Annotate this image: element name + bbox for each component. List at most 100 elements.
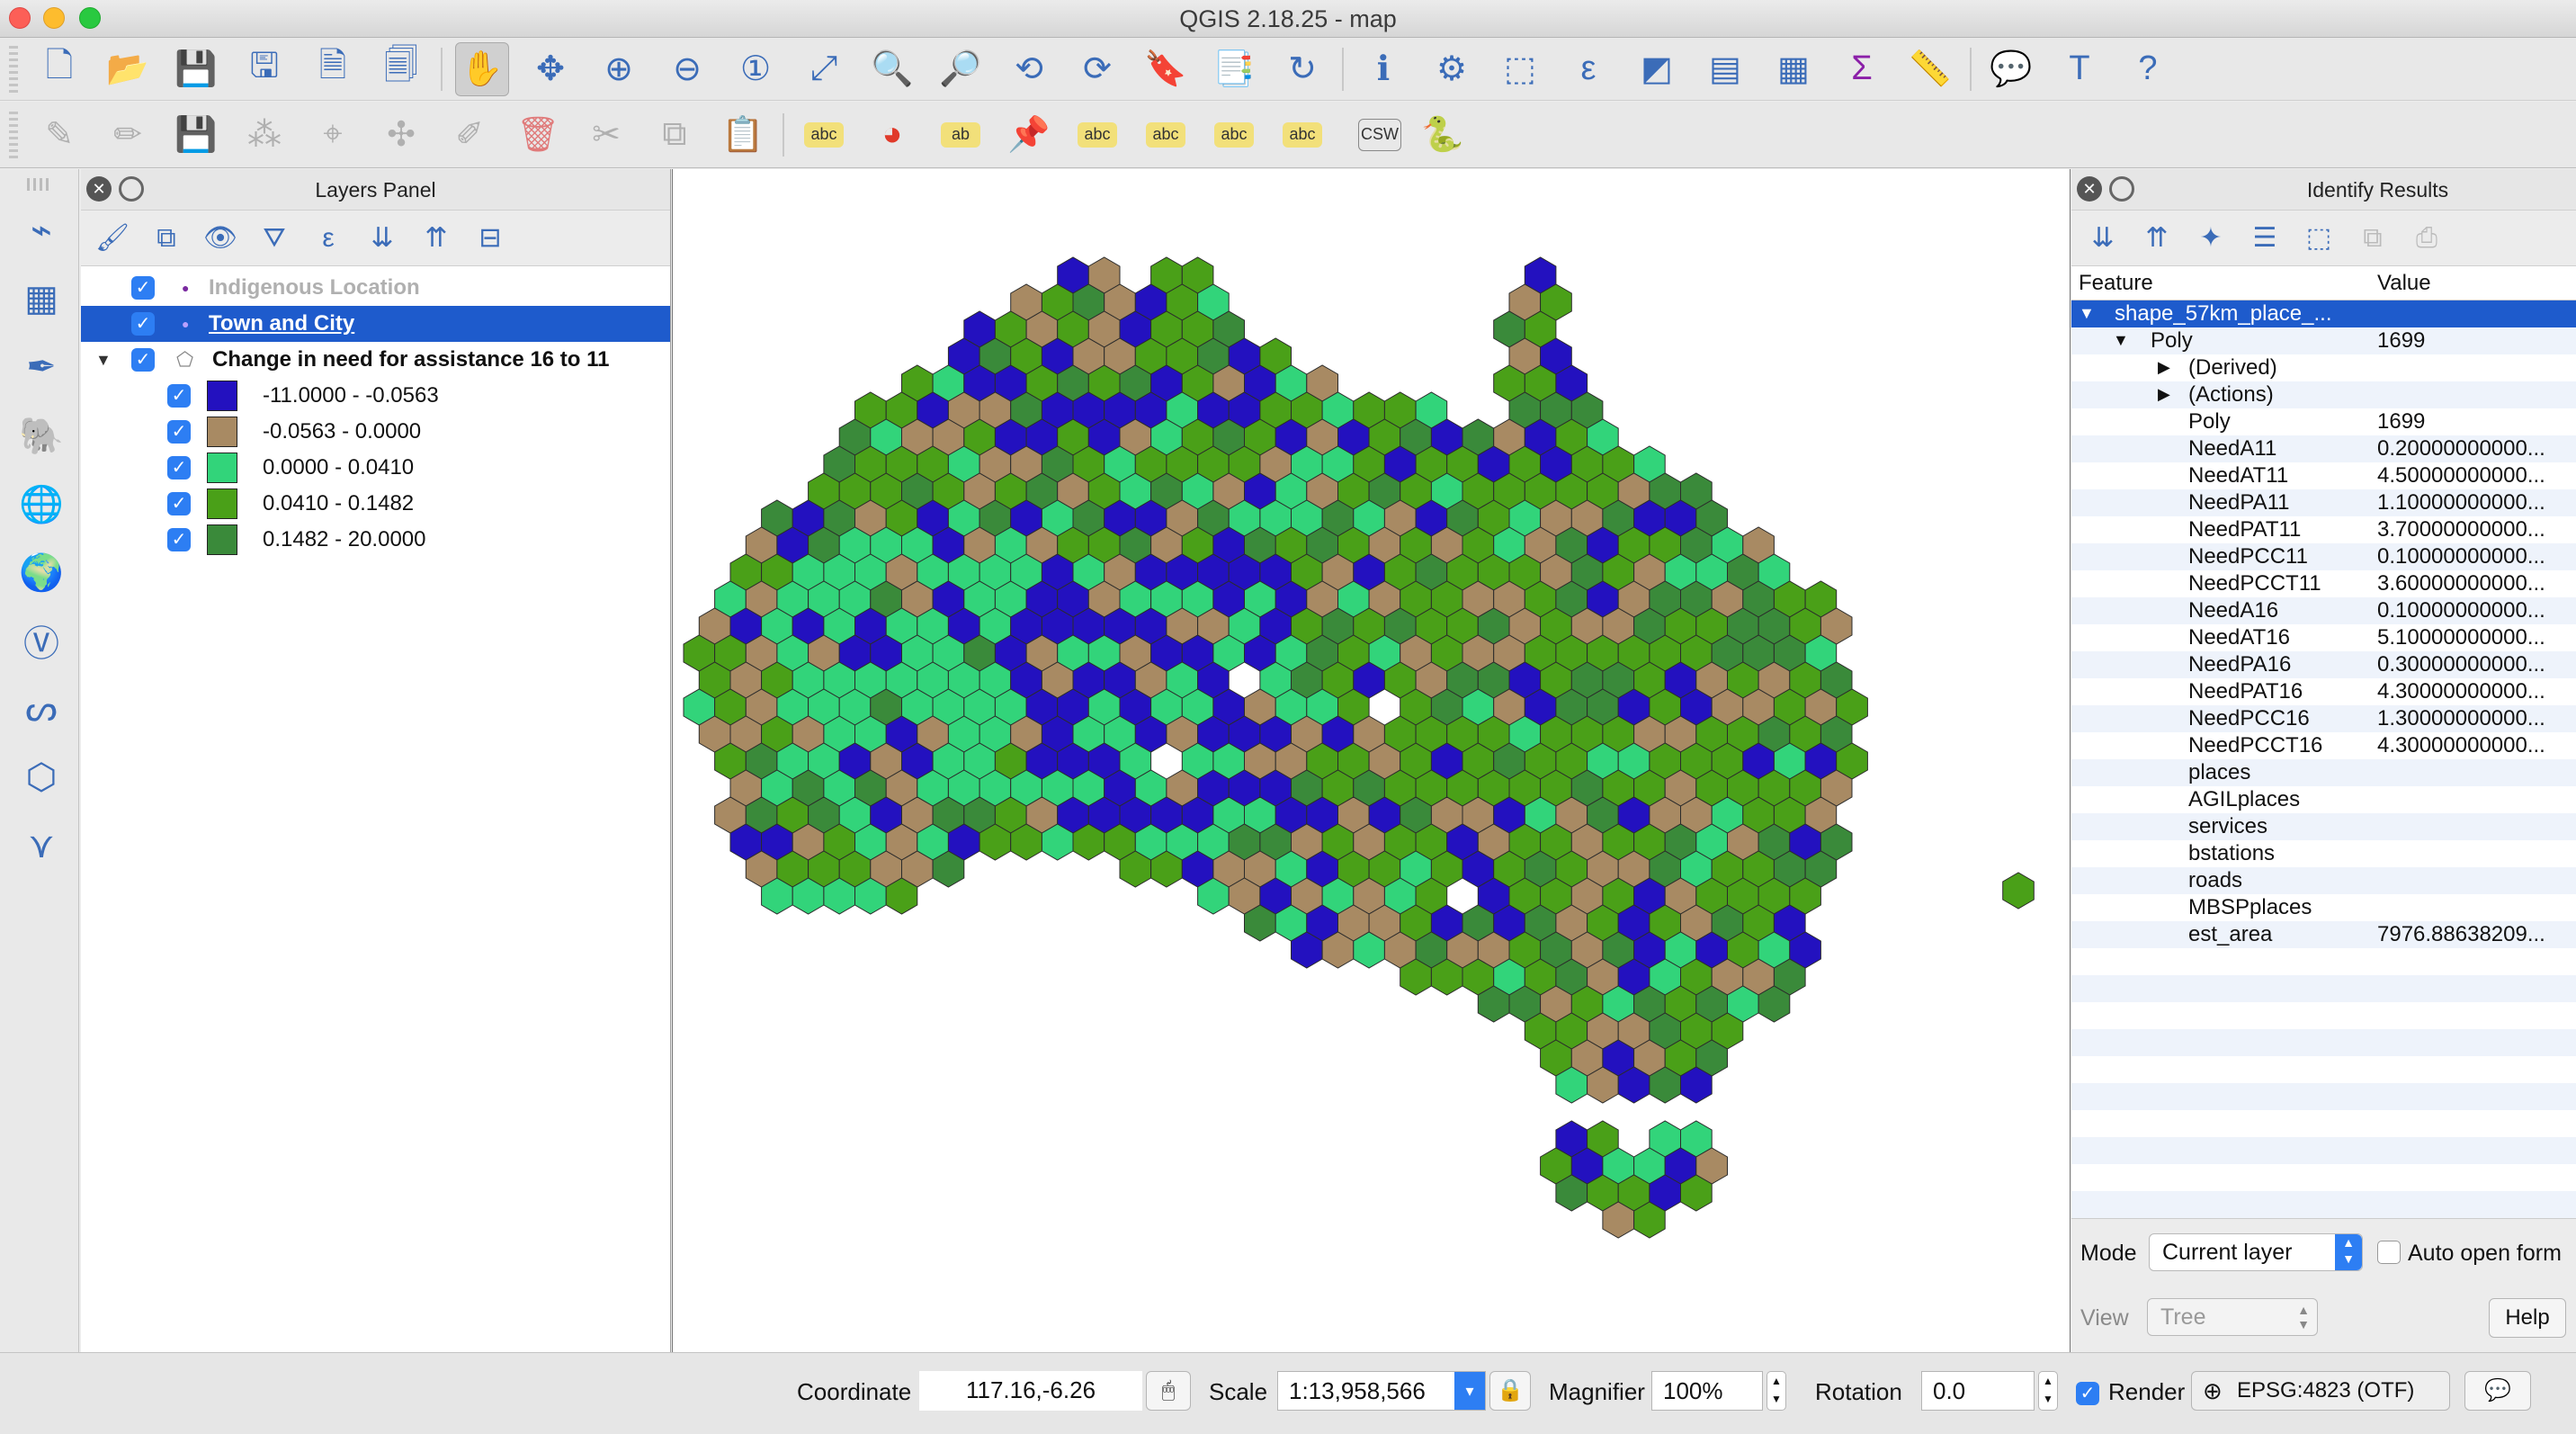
label-tool-icon[interactable]: abc: [804, 121, 844, 148]
zoom-to-layer-icon[interactable]: 🔎: [934, 42, 988, 96]
legend-item-checkbox[interactable]: ✓: [167, 384, 191, 408]
print-icon[interactable]: ⎙: [2404, 216, 2449, 261]
rotation-stepper[interactable]: ▲ ▼: [2038, 1371, 2058, 1411]
toggle-extents-icon[interactable]: 🖱: [1146, 1371, 1191, 1411]
lock-scale-icon[interactable]: 🔒: [1489, 1371, 1531, 1411]
new-bookmark-icon[interactable]: 🔖: [1139, 42, 1193, 96]
refresh-icon[interactable]: ↻: [1275, 42, 1329, 96]
add-feature-icon[interactable]: ⁂: [237, 108, 291, 162]
map-tips-icon[interactable]: 💬: [1984, 42, 2038, 96]
new-shapefile-layer-icon[interactable]: ⋎: [13, 817, 70, 874]
layer-item[interactable]: ▼ ✓ ⬠ Change in need for assistance 16 to 1…: [81, 342, 670, 378]
legend-item[interactable]: ✓ -0.0563 - 0.0000: [81, 414, 670, 450]
toolbar-grip[interactable]: [9, 111, 18, 158]
zoom-native-icon[interactable]: ①: [729, 42, 783, 96]
modify-attributes-icon[interactable]: ✐: [443, 108, 496, 162]
expand-all-icon[interactable]: ⇊: [360, 216, 405, 261]
filter-legend-icon[interactable]: ⛛: [252, 216, 297, 261]
add-raster-layer-icon[interactable]: ▦: [13, 270, 70, 327]
open-project-icon[interactable]: 📂: [101, 42, 155, 96]
view-select[interactable]: Tree ▲ ▼: [2147, 1298, 2318, 1336]
legend-item[interactable]: ✓ 0.0410 - 0.1482: [81, 486, 670, 522]
open-styling-icon[interactable]: 🖌: [90, 216, 135, 261]
toolbar-grip[interactable]: [9, 45, 18, 93]
add-wfs-layer-icon[interactable]: 🌍: [13, 543, 70, 601]
chevron-down-icon[interactable]: ▾: [1454, 1372, 1485, 1410]
legend-item-checkbox[interactable]: ✓: [167, 420, 191, 444]
expand-arrow-icon[interactable]: ▼: [95, 351, 112, 370]
add-group-icon[interactable]: ⧉: [144, 216, 189, 261]
filter-by-expression-icon[interactable]: ε: [306, 216, 351, 261]
identify-row[interactable]: roads: [2071, 867, 2576, 894]
identify-row[interactable]: ▼ Poly 1699: [2071, 327, 2576, 354]
add-virtual-layer-icon[interactable]: Ⓥ: [13, 612, 70, 669]
attribute-table-icon[interactable]: ▤: [1698, 42, 1752, 96]
identify-row[interactable]: NeedAT16 5.10000000000...: [2071, 624, 2576, 651]
identify-row[interactable]: NeedPAT11 3.70000000000...: [2071, 516, 2576, 543]
change-label-icon[interactable]: abc: [1283, 121, 1322, 148]
identify-row[interactable]: NeedPAT16 4.30000000000...: [2071, 678, 2576, 705]
layer-item[interactable]: ✓ ● Town and City: [81, 306, 670, 342]
map-canvas[interactable]: [672, 169, 2071, 1352]
add-geonode-layer-icon[interactable]: ⬡: [13, 748, 70, 806]
identify-row[interactable]: NeedPCC16 1.30000000000...: [2071, 705, 2576, 732]
current-edits-icon[interactable]: ✏: [101, 108, 155, 162]
layer-item[interactable]: ✓ ● Indigenous Location: [81, 270, 670, 306]
delete-selected-icon[interactable]: 🗑: [511, 108, 565, 162]
identify-row[interactable]: MBSPplaces: [2071, 894, 2576, 921]
new-project-icon[interactable]: 🗋: [32, 42, 86, 96]
select-features-icon[interactable]: ⬚: [1493, 42, 1547, 96]
layer-visibility-checkbox[interactable]: ✓: [131, 276, 155, 300]
expand-new-results-icon[interactable]: ✦: [2188, 216, 2233, 261]
identify-row[interactable]: services: [2071, 813, 2576, 840]
composer-manager-icon[interactable]: 🗐: [374, 42, 428, 96]
zoom-next-icon[interactable]: ⟳: [1070, 42, 1124, 96]
magnifier-stepper[interactable]: ▲ ▼: [1767, 1371, 1786, 1411]
pan-to-selection-icon[interactable]: ✥: [523, 42, 577, 96]
float-panel-icon[interactable]: [2109, 176, 2134, 202]
zoom-full-icon[interactable]: ⤢: [797, 42, 851, 96]
cut-features-icon[interactable]: ✂: [579, 108, 633, 162]
run-action-icon[interactable]: ⚙: [1425, 42, 1479, 96]
copy-features-icon[interactable]: ⧉: [648, 108, 702, 162]
legend-item[interactable]: ✓ 0.0000 - 0.0410: [81, 450, 670, 486]
magnifier-field[interactable]: 100%: [1651, 1371, 1763, 1411]
add-spatialite-layer-icon[interactable]: ᔕ: [13, 680, 70, 738]
identify-row[interactable]: AGILplaces: [2071, 786, 2576, 813]
messages-icon[interactable]: 💬: [2464, 1371, 2531, 1411]
select-by-expression-icon[interactable]: ε: [1561, 42, 1615, 96]
zoom-to-selection-icon[interactable]: 🔍: [865, 42, 919, 96]
identify-row[interactable]: places: [2071, 759, 2576, 786]
add-vector-layer-icon[interactable]: ⌁: [13, 202, 70, 259]
value-column-header[interactable]: Value: [2377, 271, 2431, 296]
coordinate-field[interactable]: 117.16,-6.26: [919, 1371, 1142, 1411]
csw-client-button[interactable]: CSW: [1358, 118, 1401, 151]
identify-row[interactable]: ▼ shape_57km_place_...: [2071, 300, 2576, 327]
identify-row[interactable]: Poly 1699: [2071, 408, 2576, 435]
legend-item-checkbox[interactable]: ✓: [167, 492, 191, 515]
identify-row[interactable]: NeedA16 0.10000000000...: [2071, 597, 2576, 624]
legend-item-checkbox[interactable]: ✓: [167, 456, 191, 479]
auto-open-form-checkbox[interactable]: [2377, 1241, 2401, 1264]
identify-row[interactable]: NeedPA16 0.30000000000...: [2071, 651, 2576, 678]
collapse-arrow-icon[interactable]: ▼: [2113, 331, 2129, 350]
clear-highlights-icon[interactable]: ⬚: [2296, 216, 2341, 261]
copy-feature-icon[interactable]: ⧉: [2350, 216, 2395, 261]
expand-tree-icon[interactable]: ⇊: [2080, 216, 2125, 261]
move-label-icon[interactable]: abc: [1146, 121, 1185, 148]
move-feature-icon[interactable]: ✣: [374, 108, 428, 162]
identify-row[interactable]: NeedA11 0.20000000000...: [2071, 435, 2576, 462]
expand-arrow-icon[interactable]: ▶: [2158, 358, 2170, 377]
python-console-icon[interactable]: 🐍: [1416, 108, 1470, 162]
remove-layer-icon[interactable]: ⊟: [468, 216, 513, 261]
save-project-icon[interactable]: 💾: [169, 42, 223, 96]
identify-row[interactable]: bstations: [2071, 840, 2576, 867]
rotation-field[interactable]: 0.0: [1921, 1371, 2035, 1411]
diagram-tool-icon[interactable]: ◕: [865, 108, 919, 162]
identify-row[interactable]: NeedPA11 1.10000000000...: [2071, 489, 2576, 516]
manage-visibility-icon[interactable]: 👁: [198, 216, 243, 261]
help-icon[interactable]: ?: [2121, 42, 2175, 96]
feature-column-header[interactable]: Feature: [2079, 271, 2153, 296]
add-wms-layer-icon[interactable]: 🌐: [13, 475, 70, 533]
render-checkbox[interactable]: ✓: [2076, 1382, 2099, 1405]
